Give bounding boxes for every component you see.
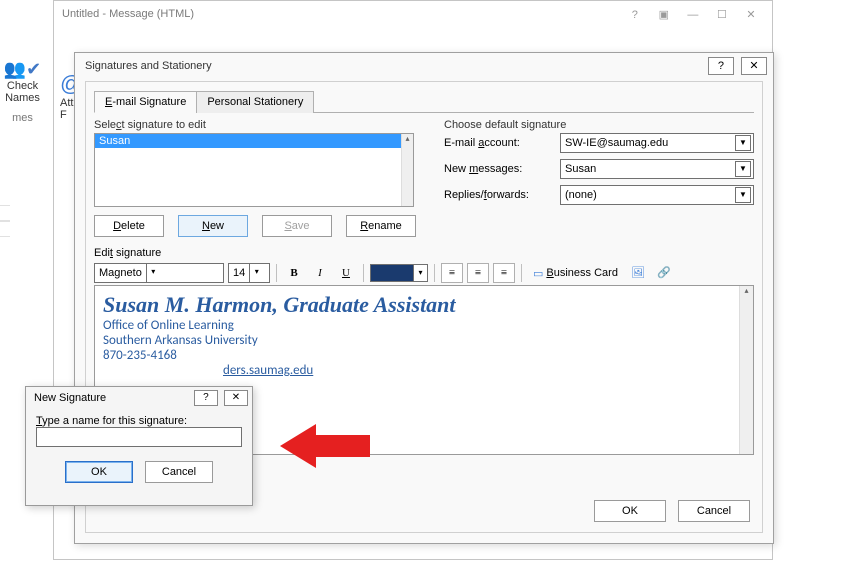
- chevron-down-icon[interactable]: ▾: [146, 264, 160, 282]
- message-title-text: Untitled - Message (HTML): [62, 8, 194, 20]
- new-signature-ok-button[interactable]: OK: [65, 461, 133, 483]
- chevron-down-icon[interactable]: ▾: [249, 264, 263, 282]
- email-account-value: SW-IE@saumag.edu: [565, 137, 668, 149]
- replies-forwards-label: Replies/forwards:: [444, 189, 554, 201]
- editor-toolbar: Magneto ▾ 14 ▾ B I U ▾ ≡ ≡ ≡ ▭ Busine: [94, 261, 754, 285]
- new-messages-select[interactable]: Susan ▼: [560, 159, 754, 179]
- dialog-close-icon[interactable]: ✕: [741, 57, 767, 75]
- chevron-down-icon[interactable]: ▼: [735, 135, 751, 151]
- email-account-label: E-mail account:: [444, 137, 554, 149]
- dialog-help-icon[interactable]: ?: [194, 390, 218, 406]
- ribbon-options-icon[interactable]: ▣: [651, 8, 677, 21]
- message-titlebar: Untitled - Message (HTML) ? ▣ — ☐ ✕: [54, 1, 772, 27]
- chevron-down-icon[interactable]: ▾: [413, 265, 427, 281]
- ribbon-fragment: 👥✔ Check Names mes: [0, 60, 45, 150]
- check-names-button[interactable]: 👥✔ Check Names: [0, 60, 45, 104]
- signature-name-input[interactable]: [36, 427, 242, 447]
- background-list-row: [0, 205, 10, 221]
- dialog-title: Signatures and Stationery: [85, 60, 212, 72]
- new-signature-prompt: Type a name for this signature:: [36, 415, 242, 427]
- close-icon[interactable]: ✕: [738, 8, 764, 21]
- rename-button[interactable]: Rename: [346, 215, 416, 237]
- italic-button[interactable]: I: [309, 263, 331, 283]
- dialog-cancel-button[interactable]: Cancel: [678, 500, 750, 522]
- insert-picture-button[interactable]: 🖼: [627, 263, 649, 283]
- editor-scrollbar[interactable]: [739, 286, 753, 454]
- font-size-select[interactable]: 14 ▾: [228, 263, 270, 283]
- toolbar-separator: [276, 264, 277, 282]
- font-color-select[interactable]: ▾: [370, 264, 428, 282]
- chevron-down-icon[interactable]: ▼: [735, 161, 751, 177]
- new-signature-cancel-button[interactable]: Cancel: [145, 461, 213, 483]
- signature-link: ders.saumag.edu: [223, 363, 737, 378]
- align-right-button[interactable]: ≡: [493, 263, 515, 283]
- delete-button[interactable]: Delete: [94, 215, 164, 237]
- minimize-icon[interactable]: —: [680, 9, 706, 21]
- ribbon-group-label-cut: mes: [0, 112, 45, 124]
- color-swatch: [371, 265, 413, 281]
- new-signature-dialog: New Signature ? ✕ Type a name for this s…: [25, 386, 253, 506]
- underline-button[interactable]: U: [335, 263, 357, 283]
- toolbar-separator: [434, 264, 435, 282]
- new-messages-value: Susan: [565, 163, 596, 175]
- help-icon[interactable]: ?: [622, 9, 648, 21]
- toolbar-separator: [521, 264, 522, 282]
- listbox-scrollbar[interactable]: [401, 134, 413, 206]
- background-list-row: [0, 221, 10, 237]
- align-center-button[interactable]: ≡: [467, 263, 489, 283]
- signature-line: 870-235-4168: [103, 348, 737, 363]
- save-button: Save: [262, 215, 332, 237]
- align-left-button[interactable]: ≡: [441, 263, 463, 283]
- font-value: Magneto: [95, 267, 146, 279]
- people-icon: 👥✔: [4, 59, 42, 79]
- new-signature-title: New Signature: [34, 392, 106, 404]
- card-icon: ▭: [533, 267, 543, 280]
- check-names-label: Check Names: [5, 80, 40, 104]
- font-select[interactable]: Magneto ▾: [94, 263, 224, 283]
- signature-line: Southern Arkansas University: [103, 333, 737, 348]
- red-arrow-annotation: [280, 420, 370, 472]
- tab-email-signature[interactable]: EE-mail Signature-mail Signature: [94, 91, 197, 113]
- choose-default-label: Choose default signature: [444, 119, 754, 131]
- dialog-close-icon[interactable]: ✕: [224, 390, 248, 406]
- replies-forwards-select[interactable]: (none) ▼: [560, 185, 754, 205]
- bold-button[interactable]: B: [283, 263, 305, 283]
- font-size-value: 14: [229, 267, 249, 279]
- signature-list-item[interactable]: Susan: [95, 134, 401, 148]
- signature-name-line: Susan M. Harmon, Graduate Assistant: [103, 292, 737, 318]
- maximize-icon[interactable]: ☐: [709, 8, 735, 21]
- toolbar-separator: [363, 264, 364, 282]
- insert-hyperlink-button[interactable]: 🔗: [653, 263, 675, 283]
- dialog-tabs: EE-mail Signature-mail Signature Persona…: [94, 90, 754, 113]
- signature-listbox[interactable]: Susan: [94, 133, 414, 207]
- signature-line: Office of Online Learning: [103, 318, 737, 333]
- select-signature-label: Select signature to edit: [94, 119, 424, 131]
- tab-personal-stationery[interactable]: Personal Stationery: [196, 91, 314, 113]
- email-account-select[interactable]: SW-IE@saumag.edu ▼: [560, 133, 754, 153]
- new-messages-label: New messages:: [444, 163, 554, 175]
- business-card-button[interactable]: ▭ Business Card: [528, 263, 623, 283]
- chevron-down-icon[interactable]: ▼: [735, 187, 751, 203]
- dialog-ok-button[interactable]: OK: [594, 500, 666, 522]
- edit-signature-label: Edit signature: [94, 247, 754, 259]
- dialog-help-icon[interactable]: ?: [708, 57, 734, 75]
- replies-forwards-value: (none): [565, 189, 597, 201]
- new-button[interactable]: New: [178, 215, 248, 237]
